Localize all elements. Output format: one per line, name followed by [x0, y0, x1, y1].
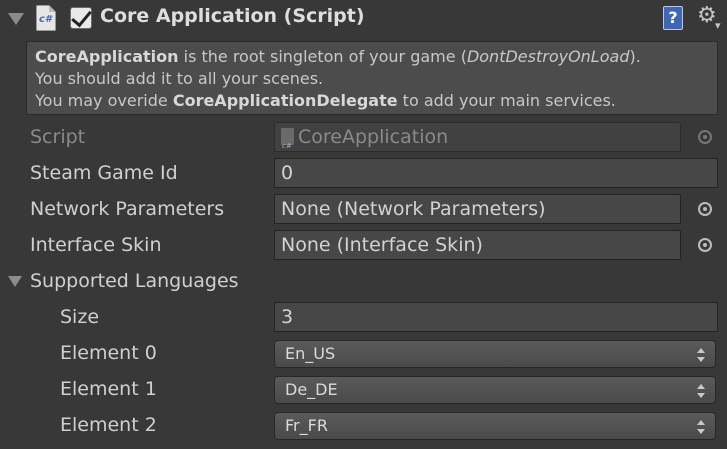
script-label: Script: [30, 126, 86, 148]
supported-languages-foldout-arrow-icon[interactable]: [8, 276, 22, 287]
help-line-1: CoreApplication is the root singleton of…: [35, 47, 641, 66]
interface-skin-field[interactable]: None (Interface Skin): [274, 230, 681, 260]
script-field: CoreApplication: [274, 122, 681, 152]
gear-icon[interactable]: ⚙ ▾: [697, 3, 721, 32]
help-book-icon[interactable]: ?: [663, 6, 683, 30]
network-parameters-field[interactable]: None (Network Parameters): [274, 194, 681, 224]
help-line-2: You should add it to all your scenes.: [35, 69, 324, 88]
steam-game-id-input[interactable]: 0: [274, 158, 718, 188]
component-enabled-checkbox[interactable]: [70, 7, 92, 29]
element-0-label: Element 0: [60, 342, 157, 364]
help-line-3: You may overide CoreApplicationDelegate …: [35, 91, 616, 110]
network-parameters-label: Network Parameters: [30, 198, 225, 220]
component-title: Core Application (Script): [100, 5, 365, 27]
element-2-label: Element 2: [60, 414, 157, 436]
element-2-value: Fr_FR: [285, 416, 328, 435]
dropdown-arrows-icon: [697, 384, 705, 398]
csharp-script-icon: c#: [36, 5, 56, 31]
help-box: CoreApplication is the root singleton of…: [26, 41, 718, 115]
dropdown-arrows-icon: [697, 348, 705, 362]
element-2-dropdown[interactable]: Fr_FR: [274, 412, 716, 440]
dropdown-arrows-icon: [697, 420, 705, 434]
script-value: CoreApplication: [298, 126, 449, 148]
component-foldout-arrow-icon[interactable]: [8, 13, 24, 25]
interface-skin-object-picker-icon[interactable]: [698, 238, 712, 252]
element-1-dropdown[interactable]: De_DE: [274, 376, 716, 404]
component-header: c# Core Application (Script) ? ⚙ ▾: [0, 0, 727, 38]
script-object-picker-icon: [698, 130, 712, 144]
element-1-value: De_DE: [285, 380, 338, 399]
steam-game-id-label: Steam Game Id: [30, 162, 178, 184]
element-0-value: En_US: [285, 344, 336, 363]
element-1-label: Element 1: [60, 378, 157, 400]
network-parameters-object-picker-icon[interactable]: [698, 202, 712, 216]
interface-skin-label: Interface Skin: [30, 234, 162, 256]
script-file-icon: [281, 128, 294, 151]
size-label: Size: [60, 306, 100, 328]
supported-languages-label[interactable]: Supported Languages: [30, 269, 239, 293]
element-0-dropdown[interactable]: En_US: [274, 340, 716, 368]
size-input[interactable]: 3: [274, 302, 718, 332]
